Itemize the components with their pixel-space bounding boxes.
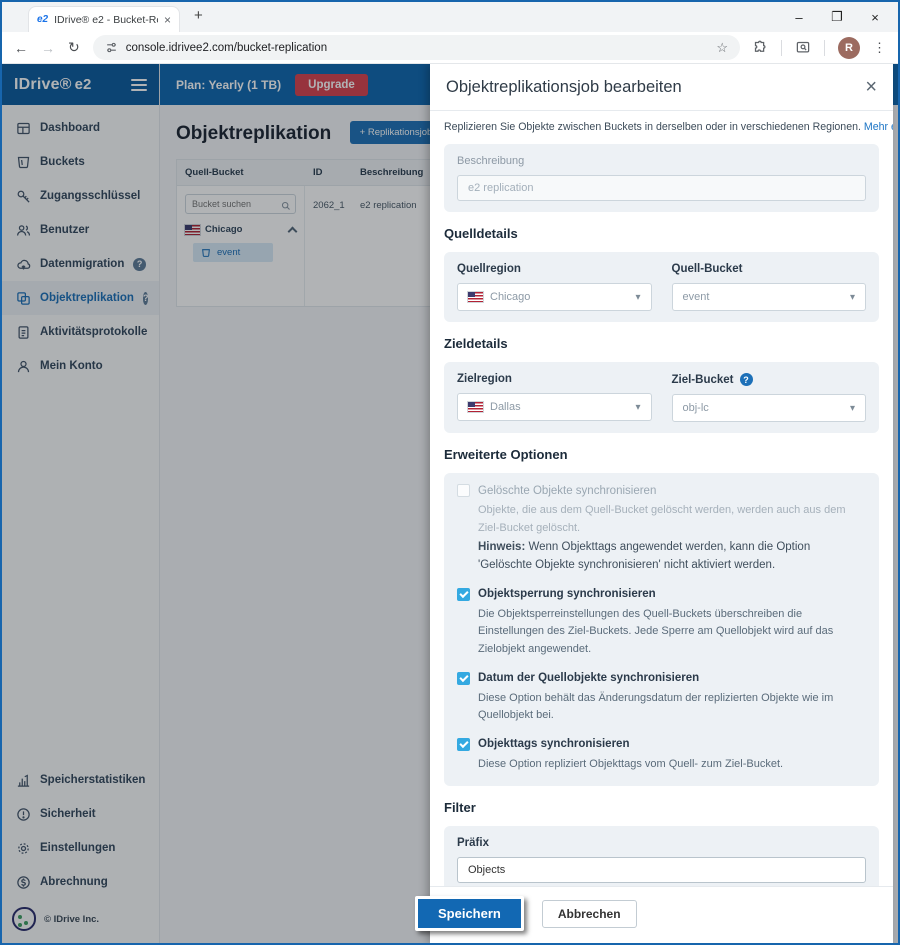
option-note: Hinweis: Wenn Objekttags angewendet werd…	[478, 541, 811, 571]
prefix-label: Präfix	[457, 837, 489, 850]
site-info-icon[interactable]	[105, 41, 118, 54]
tab-close-icon[interactable]: ×	[164, 13, 171, 27]
us-flag-icon	[467, 291, 484, 303]
browser-window: e2 IDrive® e2 - Bucket-Replikation × + –…	[0, 0, 900, 945]
target-details-section: Zielregion Dallas ▾ Ziel-Bucket? obj-lc	[444, 362, 879, 433]
checkbox-checked[interactable]	[457, 587, 470, 601]
checkbox-checked[interactable]	[457, 671, 470, 685]
browser-tab[interactable]: e2 IDrive® e2 - Bucket-Replikation ×	[28, 6, 180, 32]
tab-strip: e2 IDrive® e2 - Bucket-Replikation × + –…	[2, 2, 898, 32]
back-icon[interactable]: ←	[14, 40, 28, 56]
cancel-button[interactable]: Abbrechen	[541, 899, 637, 928]
reload-icon[interactable]: ↻	[68, 39, 80, 56]
close-icon[interactable]: ×	[865, 77, 877, 97]
advanced-options-section: Gelöschte Objekte synchronisieren Objekt…	[444, 473, 879, 787]
profile-avatar[interactable]: R	[838, 36, 860, 59]
chevron-down-icon: ▾	[635, 291, 641, 303]
target-region-select: Dallas ▾	[457, 393, 652, 421]
source-details-section: Quellregion Chicago ▾ Quell-Bucket event	[444, 252, 879, 322]
option-sync-object-lock: Objektsperrung synchronisieren Die Objek…	[457, 587, 866, 659]
chevron-down-icon: ▾	[849, 291, 855, 303]
filter-heading: Filter	[444, 800, 476, 816]
prefix-input[interactable]	[457, 857, 866, 884]
source-bucket-label: Quell-Bucket	[671, 263, 743, 275]
description-section: Beschreibung e2 replication	[444, 144, 879, 212]
panel-footer: Speichern Abbrechen	[415, 886, 893, 943]
checkbox-unchecked-disabled[interactable]	[457, 484, 470, 497]
target-bucket-select[interactable]: obj-lc ▾	[671, 394, 866, 422]
address-bar[interactable]: console.idrivee2.com/bucket-replication …	[92, 35, 740, 60]
minimize-button[interactable]: –	[780, 2, 818, 32]
browser-toolbar: ← → ↻ console.idrivee2.com/bucket-replic…	[2, 32, 898, 64]
description-label: Beschreibung	[457, 155, 525, 167]
bookmark-star-icon[interactable]: ☆	[716, 40, 728, 56]
new-tab-button[interactable]: +	[194, 7, 203, 24]
maximize-button[interactable]: ❐	[818, 2, 856, 32]
extensions-icon[interactable]	[753, 40, 768, 55]
chevron-down-icon: ▾	[635, 401, 641, 413]
description-input: e2 replication	[457, 175, 866, 201]
source-details-heading: Quelldetails	[444, 226, 518, 241]
source-region-label: Quellregion	[457, 263, 521, 275]
app-page: IDrive® e2 Dashboard Buckets Zugangsschl…	[2, 64, 898, 943]
learn-more-link[interactable]: Mehr erfahren	[864, 121, 893, 133]
side-panel-search-icon[interactable]	[795, 40, 811, 55]
edit-replication-job-panel: Objektreplikationsjob bearbeiten × Repli…	[415, 64, 893, 943]
target-region-label: Zielregion	[457, 373, 512, 385]
url-text[interactable]: console.idrivee2.com/bucket-replication	[126, 42, 709, 54]
filter-section: Präfix Objekttags project:1 × +	[444, 826, 879, 886]
source-bucket-select: event ▾	[671, 283, 866, 311]
target-details-heading: Zieldetails	[444, 336, 508, 351]
save-button[interactable]: Speichern	[415, 896, 524, 931]
option-sync-deleted-objects: Gelöschte Objekte synchronisieren Objekt…	[457, 484, 866, 575]
chevron-down-icon: ▾	[849, 402, 855, 414]
help-icon[interactable]: ?	[739, 373, 753, 386]
e2-favicon: e2	[37, 14, 49, 25]
menu-kebab-icon[interactable]: ⋮	[873, 40, 886, 56]
target-bucket-label: Ziel-Bucket?	[672, 373, 867, 386]
option-sync-object-tags: Objekttags synchronisieren Diese Option …	[457, 737, 866, 774]
option-sync-source-date: Datum der Quellobjekte synchronisieren D…	[457, 671, 866, 725]
us-flag-icon	[467, 401, 484, 413]
advanced-options-heading: Erweiterte Optionen	[444, 447, 568, 462]
source-region-select: Chicago ▾	[457, 283, 652, 311]
panel-intro: Replizieren Sie Objekte zwischen Buckets…	[444, 121, 893, 133]
window-close-button[interactable]: ×	[856, 2, 894, 32]
forward-icon[interactable]: →	[41, 40, 55, 56]
panel-title: Objektreplikationsjob bearbeiten	[446, 77, 682, 96]
checkbox-checked[interactable]	[457, 737, 470, 751]
tab-title: IDrive® e2 - Bucket-Replikation	[54, 13, 158, 26]
